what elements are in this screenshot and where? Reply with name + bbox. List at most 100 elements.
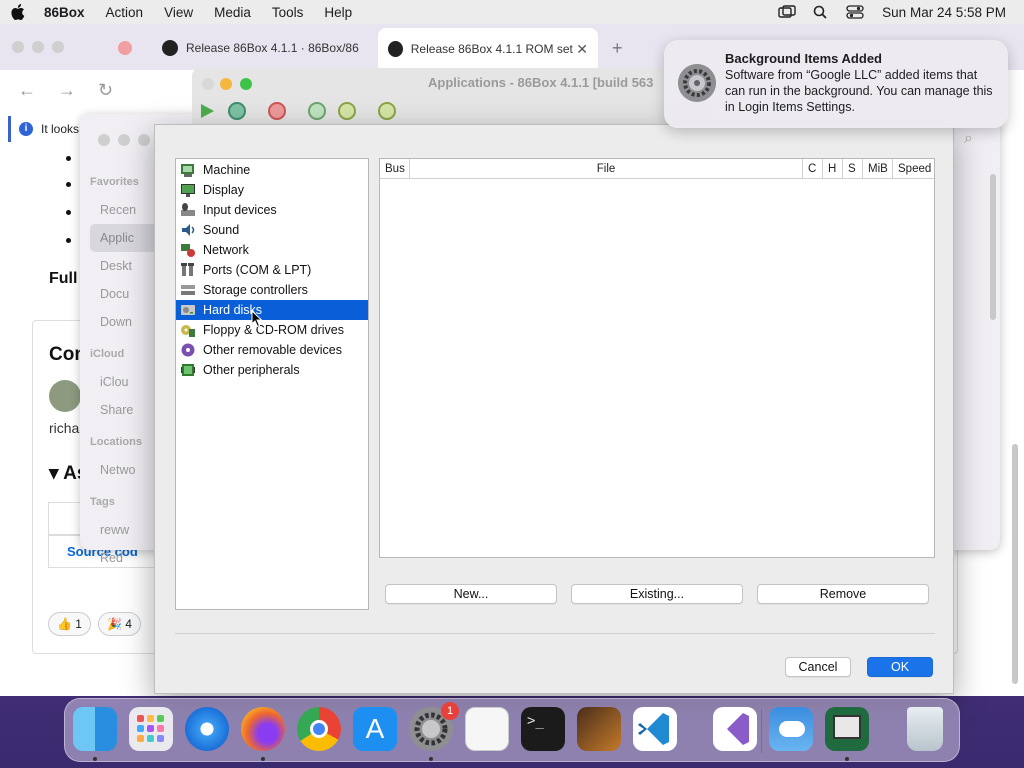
back-icon[interactable]: ← xyxy=(18,80,36,101)
sidebar-item-tag-red[interactable]: Red xyxy=(90,544,160,572)
close-window-button[interactable] xyxy=(98,134,110,146)
garageband-icon[interactable] xyxy=(577,707,621,751)
column-header-bus[interactable]: Bus xyxy=(380,159,410,178)
column-header-c[interactable]: C xyxy=(803,159,823,178)
category-hard-disks[interactable]: Hard disks xyxy=(176,300,368,320)
reaction-party[interactable]: 🎉 4 xyxy=(98,612,141,636)
menu-action[interactable]: Action xyxy=(106,5,144,20)
finder-scrollbar[interactable] xyxy=(990,174,996,320)
settings-icon[interactable] xyxy=(378,102,396,120)
sidebar-item-network[interactable]: Netwo xyxy=(90,456,160,484)
ctrl-alt-esc-icon[interactable] xyxy=(338,102,356,120)
zoom-window-button[interactable] xyxy=(138,134,150,146)
existing-disk-button[interactable]: Existing... xyxy=(571,584,743,604)
86box-main-window: Applications - 86Box 4.1.1 [build 563 xyxy=(192,68,712,128)
start-vm-icon[interactable] xyxy=(198,102,216,120)
minimize-window-button[interactable] xyxy=(118,134,130,146)
sidebar-item-downloads[interactable]: Down xyxy=(90,308,160,336)
settings-category-list[interactable]: Machine Display Input devices Sound Netw… xyxy=(175,158,369,610)
contributor-name[interactable]: richa xyxy=(49,420,79,436)
sidebar-item-applications[interactable]: Applic xyxy=(90,224,160,252)
category-label: Input devices xyxy=(203,203,277,217)
sidebar-item-documents[interactable]: Docu xyxy=(90,280,160,308)
textedit-icon[interactable] xyxy=(465,707,509,751)
menu-help[interactable]: Help xyxy=(324,5,352,20)
hard-disks-table[interactable]: Bus File C H S MiB Speed xyxy=(379,158,935,558)
86box-icon[interactable] xyxy=(825,707,869,751)
ctrl-alt-del-icon[interactable] xyxy=(308,102,326,120)
category-label: Sound xyxy=(203,223,240,237)
avatar[interactable] xyxy=(49,380,81,412)
sidebar-item-desktop[interactable]: Deskt xyxy=(90,252,160,280)
forward-icon[interactable]: → xyxy=(58,80,76,101)
vscode-icon[interactable] xyxy=(633,707,677,751)
apple-icon[interactable] xyxy=(10,3,26,21)
category-input-devices[interactable]: Input devices xyxy=(176,200,368,220)
background-items-notification[interactable]: Background Items Added Software from “Go… xyxy=(664,40,1008,128)
menu-tools[interactable]: Tools xyxy=(272,5,304,20)
category-display[interactable]: Display xyxy=(176,180,368,200)
column-header-speed[interactable]: Speed xyxy=(893,159,934,178)
notification-badge: 1 xyxy=(441,702,459,720)
sidebar-item-recents[interactable]: Recen xyxy=(90,196,160,224)
reaction-thumbs-up[interactable]: 👍 1 xyxy=(48,612,91,636)
visual-studio-logo-icon xyxy=(727,713,749,745)
close-window-button[interactable] xyxy=(202,78,214,90)
browser-tab-1[interactable]: Release 86Box 4.1.1 · 86Box/86 xyxy=(152,30,372,66)
column-header-h[interactable]: H xyxy=(823,159,843,178)
new-disk-button[interactable]: New... xyxy=(385,584,557,604)
browser-tab-2[interactable]: Release 86Box 4.1.1 ROM set · 8 ✕ xyxy=(378,28,598,70)
menu-view[interactable]: View xyxy=(164,5,193,20)
firefox-view-icon[interactable] xyxy=(118,41,132,55)
spotlight-search-icon[interactable] xyxy=(812,5,830,19)
category-floppy-cdrom[interactable]: Floppy & CD-ROM drives xyxy=(176,320,368,340)
finder-icon[interactable] xyxy=(73,707,117,751)
minimize-window-button[interactable] xyxy=(32,41,44,53)
reload-icon[interactable]: ↻ xyxy=(98,80,113,101)
weather-icon[interactable] xyxy=(769,707,813,751)
category-other-removable[interactable]: Other removable devices xyxy=(176,340,368,360)
menubar-clock[interactable]: Sun Mar 24 5:58 PM xyxy=(882,5,1006,20)
category-storage-controllers[interactable]: Storage controllers xyxy=(176,280,368,300)
page-scrollbar[interactable] xyxy=(1012,444,1018,684)
cancel-button[interactable]: Cancel xyxy=(785,657,851,677)
zoom-window-button[interactable] xyxy=(52,41,64,53)
category-label: Other peripherals xyxy=(203,363,300,377)
category-machine[interactable]: Machine xyxy=(176,160,368,180)
column-header-s[interactable]: S xyxy=(843,159,863,178)
sidebar-item-tag[interactable]: reww xyxy=(90,516,160,544)
screen-mirroring-icon[interactable] xyxy=(778,5,796,19)
chrome-icon[interactable] xyxy=(297,707,341,751)
menu-app-name[interactable]: 86Box xyxy=(44,5,85,20)
column-header-mib[interactable]: MiB xyxy=(863,159,893,178)
notification-title: Background Items Added xyxy=(725,51,882,66)
ok-button[interactable]: OK xyxy=(867,657,933,677)
category-ports[interactable]: Ports (COM & LPT) xyxy=(176,260,368,280)
firefox-icon[interactable] xyxy=(241,707,285,751)
trash-icon[interactable] xyxy=(907,707,943,751)
safari-icon[interactable] xyxy=(185,707,229,751)
sidebar-item-icloud-drive[interactable]: iClou xyxy=(90,368,160,396)
power-off-icon[interactable] xyxy=(268,102,286,120)
launchpad-icon[interactable] xyxy=(129,707,173,751)
control-center-icon[interactable] xyxy=(846,5,864,19)
close-window-button[interactable] xyxy=(12,41,24,53)
category-other-peripherals[interactable]: Other peripherals xyxy=(176,360,368,380)
app-store-icon[interactable]: A xyxy=(353,707,397,751)
running-indicator xyxy=(429,757,433,761)
terminal-icon[interactable]: >_ xyxy=(521,707,565,751)
close-tab-icon[interactable]: ✕ xyxy=(576,41,588,58)
column-header-file[interactable]: File xyxy=(410,159,803,178)
minimize-window-button[interactable] xyxy=(220,78,232,90)
search-icon[interactable]: ⌕ xyxy=(964,130,973,148)
menu-media[interactable]: Media xyxy=(214,5,251,20)
remove-disk-button[interactable]: Remove xyxy=(757,584,929,604)
sidebar-item-shared[interactable]: Share xyxy=(90,396,160,424)
reset-vm-icon[interactable] xyxy=(228,102,246,120)
category-sound[interactable]: Sound xyxy=(176,220,368,240)
visual-studio-icon[interactable] xyxy=(713,707,757,751)
system-settings-gear-icon xyxy=(678,64,716,102)
category-network[interactable]: Network xyxy=(176,240,368,260)
zoom-window-button[interactable] xyxy=(240,78,252,90)
new-tab-icon[interactable]: + xyxy=(612,38,623,59)
